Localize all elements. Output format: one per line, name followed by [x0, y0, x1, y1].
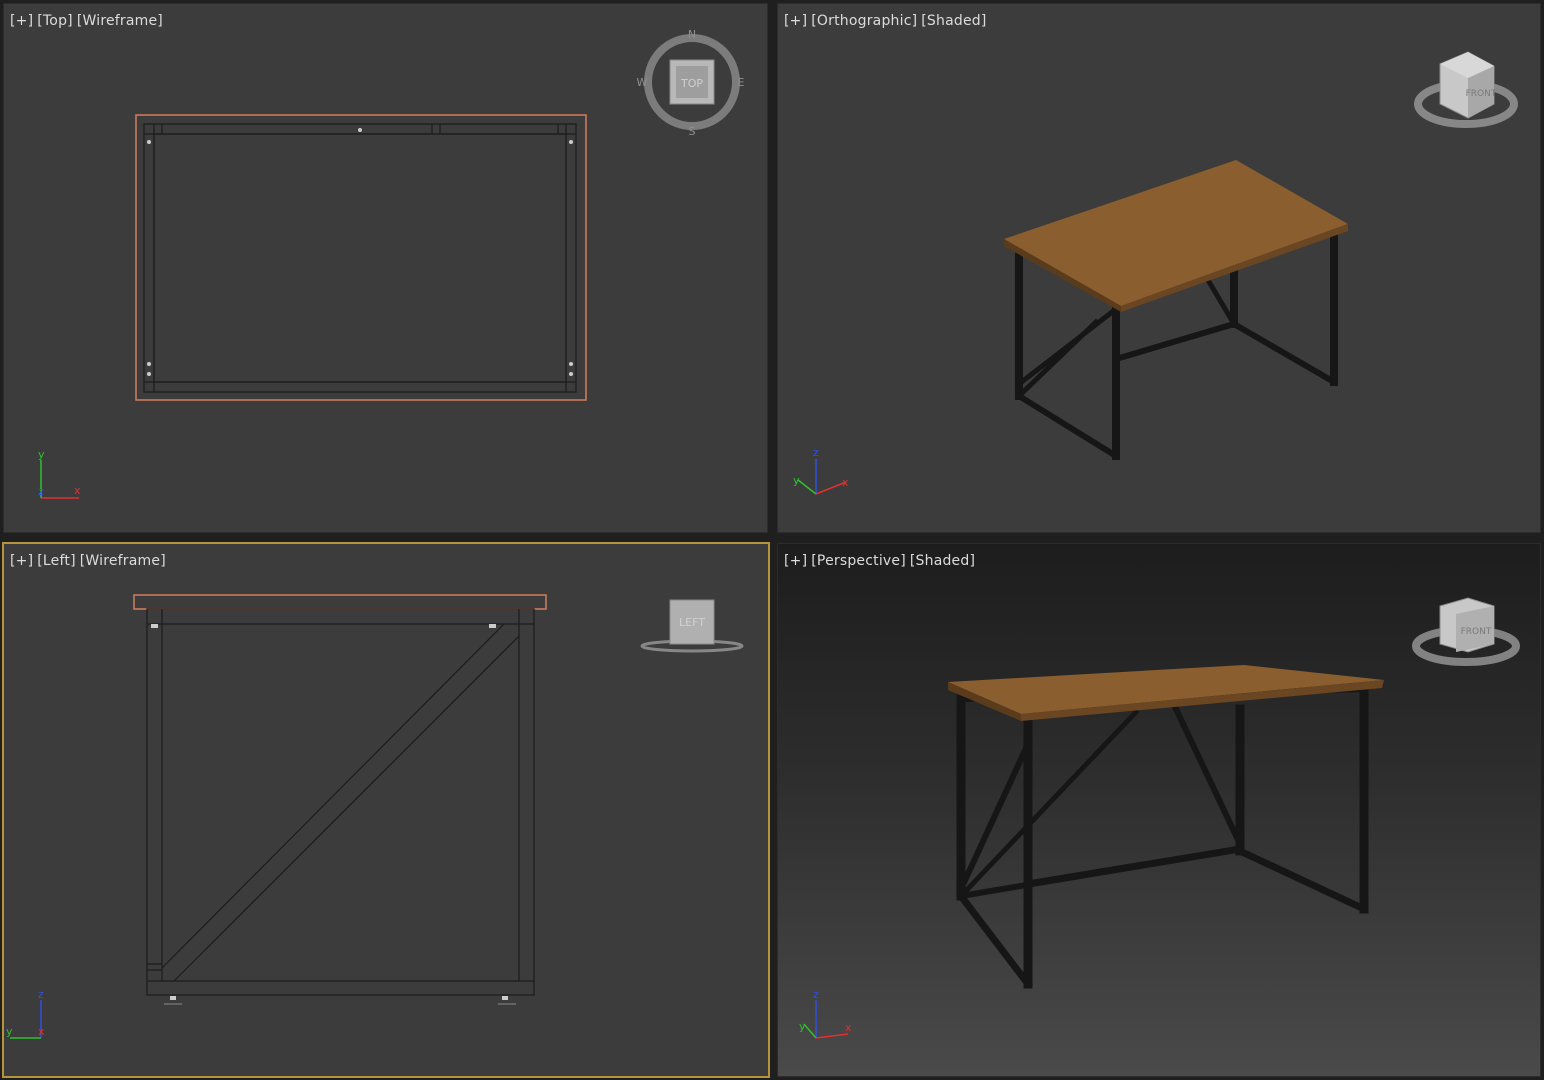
axis-label-y: y: [799, 1020, 806, 1033]
viewcube-face-label: LEFT: [679, 616, 705, 629]
compass-north: N: [688, 28, 696, 41]
perspective-scene: FRONT z x y: [799, 597, 1520, 1039]
viewport-top[interactable]: [+] [Top] [Wireframe] TOP N S E W y x z: [3, 3, 768, 533]
axis-tripod-ortho: z x y: [793, 446, 849, 495]
axis-label-x: x: [74, 484, 81, 497]
viewport-orthographic[interactable]: [+] [Orthographic] [Shaded] FRONT z x y: [777, 3, 1541, 533]
compass-south: S: [689, 125, 696, 138]
table-model-perspective[interactable]: [948, 665, 1384, 989]
axis-tripod-perspective: z x y: [799, 988, 852, 1039]
pivot-markers: [147, 128, 573, 376]
tabletop-selected: [133, 594, 547, 610]
axis-label-z: z: [813, 988, 819, 1001]
viewcube-face-label: FRONT: [1461, 627, 1492, 637]
selection-box: [135, 114, 587, 401]
table-wireframe-top[interactable]: [135, 114, 587, 401]
viewport-left[interactable]: [+] [Left] [Wireframe] LEFT z y x: [2, 542, 770, 1078]
pivot-markers: [151, 624, 508, 1000]
axis-tripod-top: y x z: [38, 448, 81, 499]
viewcube-face-label: FRONT: [1466, 89, 1497, 99]
compass-east: E: [738, 76, 745, 89]
viewcube-top[interactable]: TOP N S E W: [637, 28, 745, 138]
axis-label-z: z: [38, 988, 44, 1001]
axis-label-x: x: [845, 1021, 852, 1034]
axis-label-y: y: [38, 448, 45, 461]
viewcube-perspective[interactable]: FRONT: [1412, 597, 1520, 666]
ortho-scene: FRONT z x y: [793, 51, 1518, 495]
left-scene: LEFT z y x: [6, 594, 744, 1039]
top-scene: TOP N S E W y x z: [38, 28, 745, 499]
axis-label-z: z: [813, 446, 819, 459]
viewcube-face-label: TOP: [680, 77, 703, 90]
axis-tripod-left: z y x: [6, 988, 45, 1039]
viewport-perspective[interactable]: [+] [Perspective] [Shaded] FRONT z x y: [777, 543, 1541, 1077]
compass-west: W: [637, 76, 648, 89]
viewcube-ortho[interactable]: FRONT: [1414, 51, 1518, 128]
viewcube-left[interactable]: LEFT: [640, 599, 744, 653]
table-model-ortho[interactable]: [1004, 160, 1348, 461]
axis-label-y: y: [793, 474, 800, 487]
axis-label-x: x: [842, 476, 849, 489]
axis-label-y: y: [6, 1025, 13, 1038]
table-wireframe-left[interactable]: [133, 594, 547, 996]
axis-label-x: x: [38, 1025, 45, 1038]
axis-label-z: z: [38, 485, 44, 498]
